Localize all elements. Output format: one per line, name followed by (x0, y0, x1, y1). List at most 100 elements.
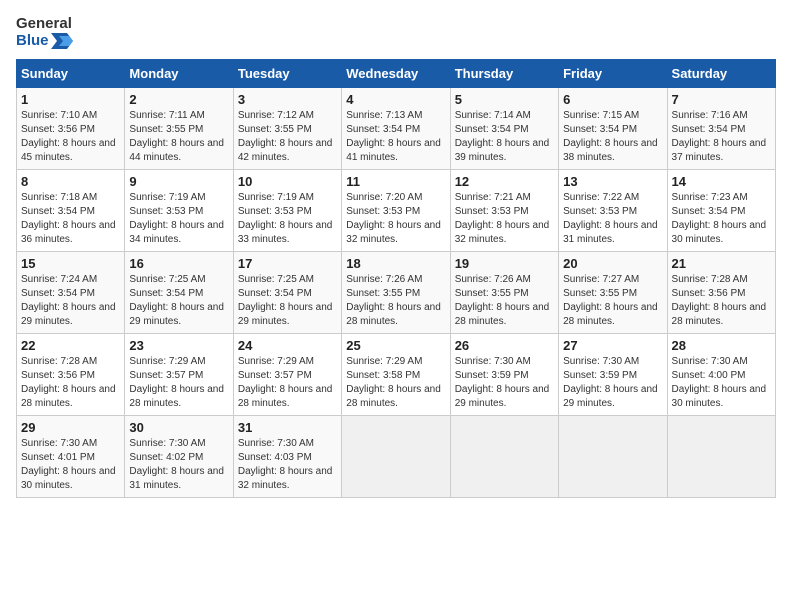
day-number: 11 (346, 174, 445, 189)
calendar-cell: 3 Sunrise: 7:12 AM Sunset: 3:55 PM Dayli… (233, 88, 341, 170)
calendar-cell: 13 Sunrise: 7:22 AM Sunset: 3:53 PM Dayl… (559, 170, 667, 252)
day-info: Sunrise: 7:30 AM Sunset: 3:59 PM Dayligh… (563, 355, 662, 411)
day-number: 29 (21, 420, 120, 435)
calendar-cell: 5 Sunrise: 7:14 AM Sunset: 3:54 PM Dayli… (450, 88, 558, 170)
day-number: 25 (346, 338, 445, 353)
day-number: 12 (455, 174, 554, 189)
day-info: Sunrise: 7:24 AM Sunset: 3:54 PM Dayligh… (21, 273, 120, 329)
day-number: 28 (672, 338, 771, 353)
calendar-cell: 17 Sunrise: 7:25 AM Sunset: 3:54 PM Dayl… (233, 252, 341, 334)
day-header-thursday: Thursday (450, 60, 558, 88)
day-info: Sunrise: 7:29 AM Sunset: 3:57 PM Dayligh… (238, 355, 337, 411)
day-info: Sunrise: 7:19 AM Sunset: 3:53 PM Dayligh… (129, 191, 228, 247)
day-info: Sunrise: 7:30 AM Sunset: 4:00 PM Dayligh… (672, 355, 771, 411)
day-info: Sunrise: 7:30 AM Sunset: 3:59 PM Dayligh… (455, 355, 554, 411)
day-number: 17 (238, 256, 337, 271)
day-info: Sunrise: 7:10 AM Sunset: 3:56 PM Dayligh… (21, 109, 120, 165)
calendar-cell: 22 Sunrise: 7:28 AM Sunset: 3:56 PM Dayl… (17, 334, 125, 416)
day-number: 4 (346, 92, 445, 107)
calendar-cell: 31 Sunrise: 7:30 AM Sunset: 4:03 PM Dayl… (233, 416, 341, 498)
calendar-cell: 30 Sunrise: 7:30 AM Sunset: 4:02 PM Dayl… (125, 416, 233, 498)
calendar-cell: 6 Sunrise: 7:15 AM Sunset: 3:54 PM Dayli… (559, 88, 667, 170)
day-header-friday: Friday (559, 60, 667, 88)
day-number: 5 (455, 92, 554, 107)
calendar-cell: 25 Sunrise: 7:29 AM Sunset: 3:58 PM Dayl… (342, 334, 450, 416)
calendar-cell: 9 Sunrise: 7:19 AM Sunset: 3:53 PM Dayli… (125, 170, 233, 252)
calendar-week-2: 8 Sunrise: 7:18 AM Sunset: 3:54 PM Dayli… (17, 170, 776, 252)
day-number: 26 (455, 338, 554, 353)
calendar-cell: 27 Sunrise: 7:30 AM Sunset: 3:59 PM Dayl… (559, 334, 667, 416)
calendar-cell: 29 Sunrise: 7:30 AM Sunset: 4:01 PM Dayl… (17, 416, 125, 498)
calendar-cell: 7 Sunrise: 7:16 AM Sunset: 3:54 PM Dayli… (667, 88, 775, 170)
day-number: 10 (238, 174, 337, 189)
calendar-week-5: 29 Sunrise: 7:30 AM Sunset: 4:01 PM Dayl… (17, 416, 776, 498)
day-info: Sunrise: 7:29 AM Sunset: 3:57 PM Dayligh… (129, 355, 228, 411)
day-number: 9 (129, 174, 228, 189)
day-number: 7 (672, 92, 771, 107)
day-info: Sunrise: 7:16 AM Sunset: 3:54 PM Dayligh… (672, 109, 771, 165)
day-number: 6 (563, 92, 662, 107)
day-number: 18 (346, 256, 445, 271)
day-number: 24 (238, 338, 337, 353)
day-info: Sunrise: 7:20 AM Sunset: 3:53 PM Dayligh… (346, 191, 445, 247)
day-number: 1 (21, 92, 120, 107)
day-number: 2 (129, 92, 228, 107)
day-number: 27 (563, 338, 662, 353)
day-info: Sunrise: 7:30 AM Sunset: 4:01 PM Dayligh… (21, 437, 120, 493)
day-number: 14 (672, 174, 771, 189)
day-info: Sunrise: 7:12 AM Sunset: 3:55 PM Dayligh… (238, 109, 337, 165)
calendar-cell: 11 Sunrise: 7:20 AM Sunset: 3:53 PM Dayl… (342, 170, 450, 252)
day-info: Sunrise: 7:29 AM Sunset: 3:58 PM Dayligh… (346, 355, 445, 411)
day-number: 31 (238, 420, 337, 435)
logo-blue: Blue (16, 33, 49, 50)
day-header-wednesday: Wednesday (342, 60, 450, 88)
calendar-cell (667, 416, 775, 498)
day-number: 8 (21, 174, 120, 189)
calendar-cell: 26 Sunrise: 7:30 AM Sunset: 3:59 PM Dayl… (450, 334, 558, 416)
calendar-cell: 18 Sunrise: 7:26 AM Sunset: 3:55 PM Dayl… (342, 252, 450, 334)
calendar-cell: 2 Sunrise: 7:11 AM Sunset: 3:55 PM Dayli… (125, 88, 233, 170)
calendar-cell: 21 Sunrise: 7:28 AM Sunset: 3:56 PM Dayl… (667, 252, 775, 334)
day-header-monday: Monday (125, 60, 233, 88)
day-info: Sunrise: 7:27 AM Sunset: 3:55 PM Dayligh… (563, 273, 662, 329)
day-info: Sunrise: 7:23 AM Sunset: 3:54 PM Dayligh… (672, 191, 771, 247)
calendar-cell: 15 Sunrise: 7:24 AM Sunset: 3:54 PM Dayl… (17, 252, 125, 334)
day-info: Sunrise: 7:28 AM Sunset: 3:56 PM Dayligh… (21, 355, 120, 411)
day-info: Sunrise: 7:30 AM Sunset: 4:02 PM Dayligh… (129, 437, 228, 493)
calendar-week-4: 22 Sunrise: 7:28 AM Sunset: 3:56 PM Dayl… (17, 334, 776, 416)
calendar-cell (450, 416, 558, 498)
calendar-cell: 19 Sunrise: 7:26 AM Sunset: 3:55 PM Dayl… (450, 252, 558, 334)
day-info: Sunrise: 7:26 AM Sunset: 3:55 PM Dayligh… (346, 273, 445, 329)
day-info: Sunrise: 7:22 AM Sunset: 3:53 PM Dayligh… (563, 191, 662, 247)
day-number: 13 (563, 174, 662, 189)
calendar-cell: 14 Sunrise: 7:23 AM Sunset: 3:54 PM Dayl… (667, 170, 775, 252)
page-header: General Blue (16, 16, 776, 49)
logo-general: General (16, 16, 72, 33)
day-info: Sunrise: 7:25 AM Sunset: 3:54 PM Dayligh… (129, 273, 228, 329)
calendar-cell: 4 Sunrise: 7:13 AM Sunset: 3:54 PM Dayli… (342, 88, 450, 170)
calendar-header-row: SundayMondayTuesdayWednesdayThursdayFrid… (17, 60, 776, 88)
calendar-week-3: 15 Sunrise: 7:24 AM Sunset: 3:54 PM Dayl… (17, 252, 776, 334)
day-info: Sunrise: 7:11 AM Sunset: 3:55 PM Dayligh… (129, 109, 228, 165)
logo: General Blue (16, 16, 73, 49)
day-number: 16 (129, 256, 228, 271)
calendar-cell: 24 Sunrise: 7:29 AM Sunset: 3:57 PM Dayl… (233, 334, 341, 416)
day-info: Sunrise: 7:13 AM Sunset: 3:54 PM Dayligh… (346, 109, 445, 165)
day-number: 20 (563, 256, 662, 271)
calendar-cell: 28 Sunrise: 7:30 AM Sunset: 4:00 PM Dayl… (667, 334, 775, 416)
calendar-cell (342, 416, 450, 498)
day-number: 23 (129, 338, 228, 353)
logo-text-block: General Blue (16, 16, 73, 49)
calendar-cell: 12 Sunrise: 7:21 AM Sunset: 3:53 PM Dayl… (450, 170, 558, 252)
calendar-cell: 20 Sunrise: 7:27 AM Sunset: 3:55 PM Dayl… (559, 252, 667, 334)
logo-arrow-icon (51, 33, 73, 49)
day-info: Sunrise: 7:18 AM Sunset: 3:54 PM Dayligh… (21, 191, 120, 247)
calendar-table: SundayMondayTuesdayWednesdayThursdayFrid… (16, 59, 776, 498)
day-number: 30 (129, 420, 228, 435)
day-info: Sunrise: 7:14 AM Sunset: 3:54 PM Dayligh… (455, 109, 554, 165)
day-info: Sunrise: 7:21 AM Sunset: 3:53 PM Dayligh… (455, 191, 554, 247)
day-number: 21 (672, 256, 771, 271)
day-header-tuesday: Tuesday (233, 60, 341, 88)
day-number: 3 (238, 92, 337, 107)
calendar-cell: 8 Sunrise: 7:18 AM Sunset: 3:54 PM Dayli… (17, 170, 125, 252)
